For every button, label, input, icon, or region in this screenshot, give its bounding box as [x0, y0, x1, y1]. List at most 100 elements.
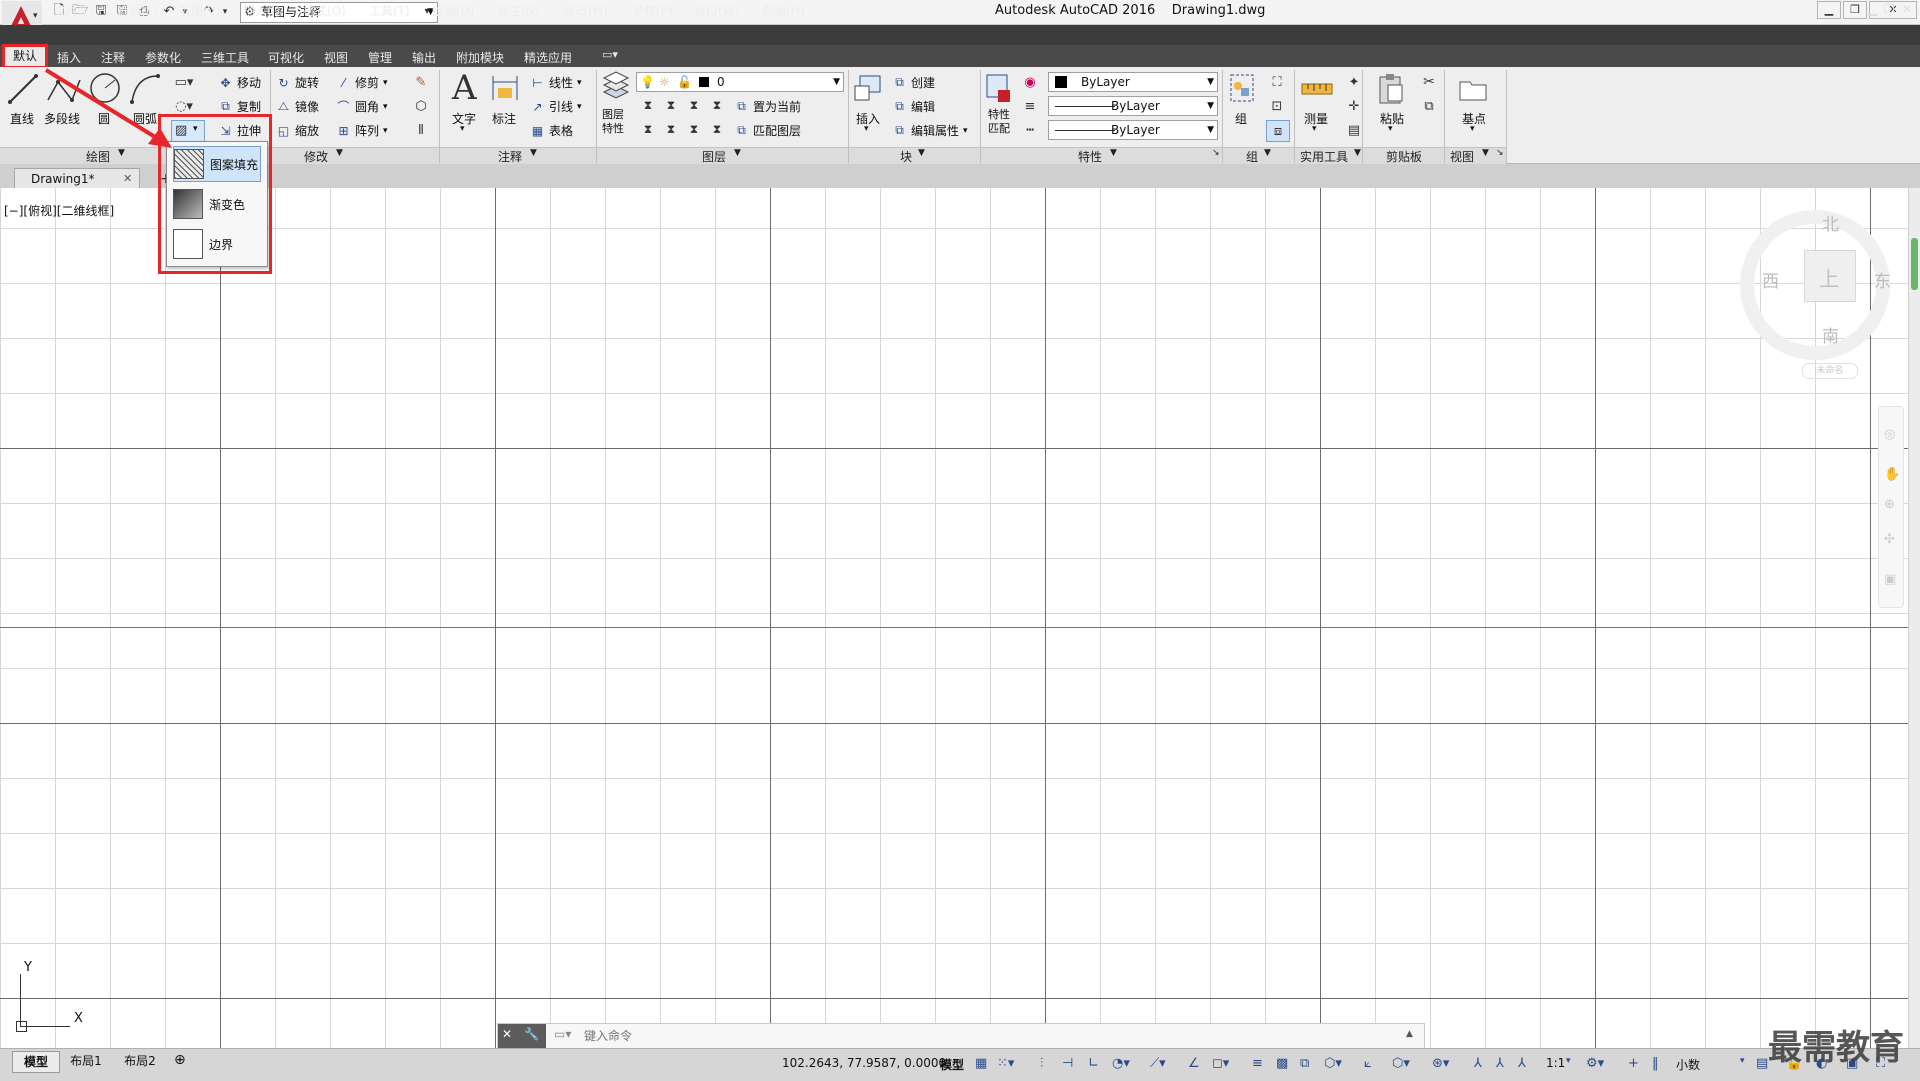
showmotion-icon[interactable]: ▣: [1884, 572, 1896, 587]
customize-wrench-icon[interactable]: 🔧: [524, 1027, 539, 1041]
command-prompt-icon[interactable]: ▭▾: [554, 1027, 571, 1041]
viewcube-face-top[interactable]: 上: [1804, 250, 1856, 302]
set-current-button[interactable]: ⧉ 置为当前: [734, 98, 801, 115]
lineweight-select[interactable]: ByLayer ▼: [1048, 96, 1218, 116]
steering-wheel-icon[interactable]: ◎: [1884, 427, 1895, 442]
layer-on-icon[interactable]: ⧗: [640, 121, 656, 137]
table-button[interactable]: ▦ 表格: [530, 122, 573, 139]
menu-edit[interactable]: 编辑(E): [117, 2, 158, 19]
grid-icon[interactable]: ▦: [975, 1056, 987, 1071]
move-button[interactable]: ✥ 移动: [218, 74, 261, 91]
match-layer-button[interactable]: ⧉ 匹配图层: [734, 122, 801, 139]
annotation-monitor-icon[interactable]: +: [1628, 1056, 1639, 1071]
selection-cycling-icon[interactable]: ⧉: [1300, 1056, 1309, 1071]
viewcube-west[interactable]: 西: [1762, 267, 1779, 292]
menu-parametric[interactable]: 参数(P): [632, 2, 673, 19]
rotate-button[interactable]: ↻ 旋转: [276, 74, 319, 91]
orbit-icon[interactable]: ✣: [1884, 532, 1895, 547]
viewcube-north[interactable]: 北: [1822, 210, 1839, 235]
match-properties-button[interactable]: [984, 72, 1014, 106]
layout-tab-model[interactable]: 模型: [12, 1051, 60, 1073]
polar-tracking-icon[interactable]: ◔▾: [1112, 1056, 1130, 1071]
edit-block-button[interactable]: ⧉ 编辑: [892, 98, 935, 115]
text-dropdown-icon[interactable]: ▾: [460, 124, 465, 134]
group-edit-icon[interactable]: ⊡: [1268, 98, 1286, 114]
menu-help[interactable]: 帮助(H): [762, 2, 804, 19]
layer-isolate-icon[interactable]: ⧗: [663, 97, 679, 113]
paste-dropdown-icon[interactable]: ▾: [1388, 124, 1393, 134]
transparency-icon[interactable]: ▩: [1276, 1056, 1288, 1071]
infer-constraints-icon[interactable]: ⫶: [1040, 1056, 1043, 1071]
tab-addins[interactable]: 附加模块: [456, 49, 504, 66]
color-select[interactable]: ByLayer ▼: [1048, 72, 1218, 92]
groups-panel-expand-icon[interactable]: ▼: [1264, 148, 1271, 158]
zoom-extents-icon[interactable]: ⊕: [1884, 497, 1895, 512]
annotation-visibility-icon[interactable]: ⅄: [1474, 1056, 1482, 1071]
view-dialog-launcher-icon[interactable]: ↘: [1496, 148, 1504, 158]
gizmo-icon[interactable]: ⊛▾: [1432, 1056, 1449, 1071]
line-button[interactable]: [6, 70, 40, 106]
menu-draw[interactable]: 绘图(D): [432, 2, 475, 19]
leader-button[interactable]: ↗ 引线 ▾: [530, 98, 581, 115]
mirror-button[interactable]: ⧍ 镜像: [276, 98, 319, 115]
doc-close-icon[interactable]: ✕: [1902, 2, 1912, 16]
layout-tab-layout1[interactable]: 布局1: [62, 1051, 110, 1071]
tab-view[interactable]: 视图: [324, 49, 348, 66]
object-snap-icon[interactable]: ◻▾: [1212, 1056, 1229, 1071]
layers-panel-label[interactable]: 图层: [702, 148, 726, 165]
properties-panel-expand-icon[interactable]: ▼: [1110, 148, 1117, 158]
annotation-panel-label[interactable]: 注释: [498, 148, 522, 165]
tab-visualize[interactable]: 可视化: [268, 49, 304, 66]
menu-insert[interactable]: 插入(I): [243, 2, 280, 19]
ribbon-minimize-icon[interactable]: ▭▾: [602, 48, 618, 61]
annotation-scale-value[interactable]: 1:1: [1546, 1056, 1565, 1070]
text-icon[interactable]: A: [452, 68, 477, 108]
layer-freeze-icon[interactable]: ⧗: [686, 97, 702, 113]
cut-icon[interactable]: ✂: [1420, 74, 1438, 90]
quick-properties-icon[interactable]: ▤: [1756, 1056, 1768, 1071]
add-layout-icon[interactable]: ⊕: [174, 1052, 186, 1068]
tab-3d-tools[interactable]: 三维工具: [201, 49, 249, 66]
clipboard-panel-label[interactable]: 剪贴板: [1386, 148, 1422, 165]
close-tab-icon[interactable]: ✕: [123, 172, 132, 185]
dimension-button[interactable]: [490, 72, 520, 104]
copy-button[interactable]: ⧉ 复制: [218, 98, 261, 115]
layer-lock-icon[interactable]: ⧗: [709, 97, 725, 113]
menu-modify[interactable]: 修改(M): [564, 2, 608, 19]
explode-icon[interactable]: ⬡: [412, 97, 430, 115]
layer-properties-button[interactable]: [600, 70, 632, 104]
erase-icon[interactable]: ✎: [412, 73, 430, 91]
lineweight-display-icon[interactable]: ≡: [1252, 1056, 1263, 1071]
model-space-toggle[interactable]: 模型: [940, 1056, 964, 1073]
utilities-panel-expand-icon[interactable]: ▼: [1354, 148, 1361, 158]
menu-window[interactable]: 窗口(W): [694, 2, 739, 19]
units-icon[interactable]: ‖: [1652, 1056, 1659, 1071]
copy-clip-icon[interactable]: ⧉: [1420, 98, 1438, 114]
trim-button[interactable]: ⁄ 修剪 ▾: [336, 74, 387, 91]
modify-panel-label[interactable]: 修改: [304, 148, 328, 165]
menu-dimension[interactable]: 标注(N): [497, 2, 539, 19]
block-panel-expand-icon[interactable]: ▼: [918, 148, 925, 158]
calculator-icon[interactable]: ▤: [1346, 122, 1362, 138]
layer-thaw-icon[interactable]: ⧗: [686, 121, 702, 137]
units-value[interactable]: 小数: [1676, 1056, 1700, 1073]
modify-panel-expand-icon[interactable]: ▼: [336, 148, 343, 158]
layer-unisolate-icon[interactable]: ⧗: [663, 121, 679, 137]
groups-panel-label[interactable]: 组: [1246, 148, 1258, 165]
menu-file[interactable]: 文件(F): [54, 2, 94, 19]
quick-select-icon[interactable]: ✦: [1346, 74, 1362, 90]
point-icon[interactable]: ✛: [1346, 98, 1362, 114]
doc-restore-icon[interactable]: ❐: [1884, 2, 1895, 16]
ungroup-icon[interactable]: ⛶: [1268, 74, 1286, 90]
viewport-controls-label[interactable]: [−][俯视][二维线框]: [4, 202, 114, 219]
dynamic-ucs-icon[interactable]: ⟀: [1364, 1056, 1372, 1071]
properties-panel-label[interactable]: 特性: [1078, 148, 1102, 165]
restore-icon[interactable]: ❐: [1843, 1, 1867, 19]
auto-scale-icon[interactable]: ⅄: [1496, 1056, 1504, 1071]
workspace-gear-icon[interactable]: ⚙▾: [1586, 1056, 1604, 1071]
menu-format[interactable]: 格式(O): [303, 2, 346, 19]
insert-block-button[interactable]: [852, 72, 884, 106]
doc-minimize-icon[interactable]: ▁: [1868, 2, 1877, 16]
command-history-icon[interactable]: ▲: [1406, 1029, 1413, 1039]
3d-osnap-icon[interactable]: ⬡▾: [1324, 1056, 1342, 1071]
